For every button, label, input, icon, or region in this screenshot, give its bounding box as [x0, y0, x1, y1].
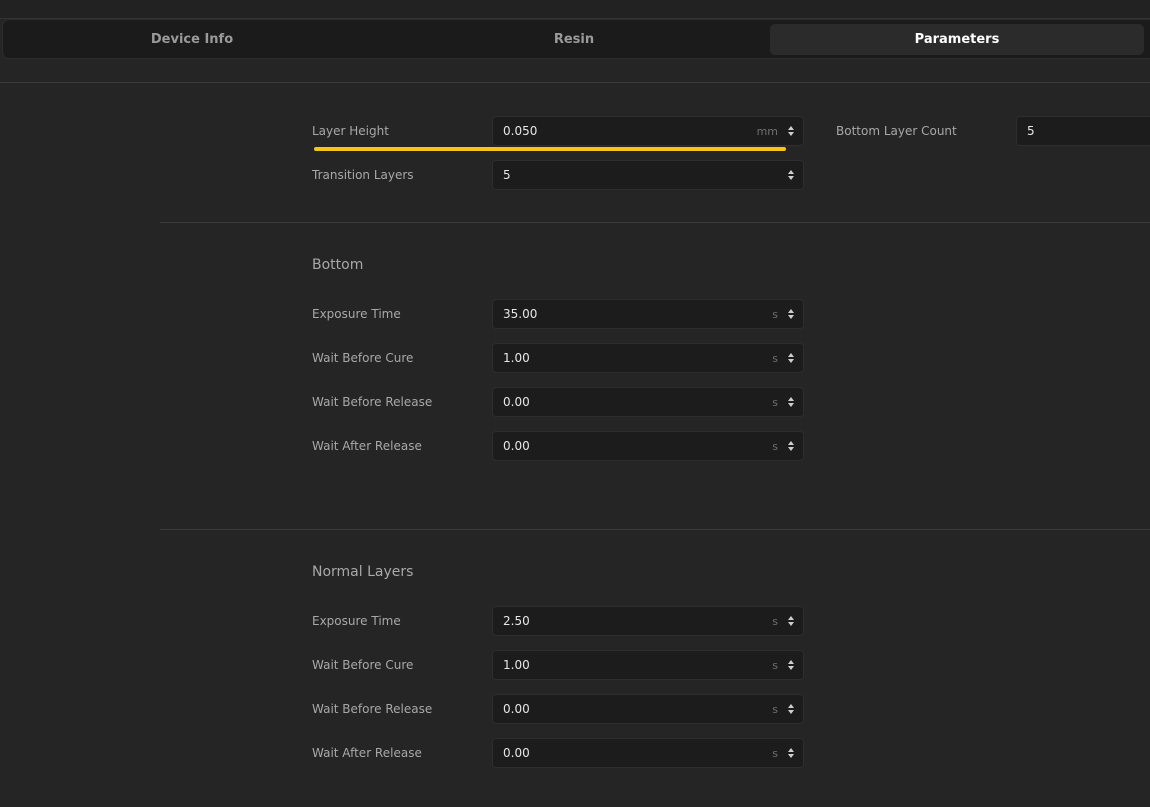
normal-exposure-time-label: Exposure Time — [312, 614, 401, 628]
bottom-wait-before-cure-field: s — [492, 343, 804, 373]
bottom-layer-count-input[interactable] — [1017, 117, 1150, 145]
sort-arrows-icon — [788, 441, 794, 451]
sort-arrows-icon — [788, 170, 794, 180]
layer-height-input[interactable] — [493, 117, 757, 145]
bottom-wait-before-cure-stepper[interactable] — [786, 351, 796, 365]
section-divider — [160, 222, 1150, 223]
bottom-wait-before-cure-input[interactable] — [493, 344, 773, 372]
normal-exposure-time-stepper[interactable] — [786, 614, 796, 628]
layer-height-stepper[interactable] — [786, 124, 796, 138]
normal-wait-after-release-field: s — [492, 738, 804, 768]
bottom-exposure-time-label: Exposure Time — [312, 307, 401, 321]
tab-device-info[interactable]: Device Info — [3, 24, 381, 55]
bottom-exposure-time-field: s — [492, 299, 804, 329]
bottom-layer-count-field — [1016, 116, 1150, 146]
normal-wait-after-release-label: Wait After Release — [312, 746, 422, 760]
transition-layers-field — [492, 160, 804, 190]
layer-height-progress-bar — [314, 147, 786, 151]
bottom-wait-after-release-label: Wait After Release — [312, 439, 422, 453]
normal-wait-after-release-stepper[interactable] — [786, 746, 796, 760]
layer-height-unit: mm — [756, 124, 778, 138]
tab-resin[interactable]: Resin — [384, 24, 764, 55]
normal-wait-before-cure-label: Wait Before Cure — [312, 658, 414, 672]
bottom-wait-before-release-stepper[interactable] — [786, 395, 796, 409]
normal-wait-after-release-input[interactable] — [493, 739, 773, 767]
bottom-wait-before-cure-label: Wait Before Cure — [312, 351, 414, 365]
unit-label: s — [772, 702, 778, 716]
bottom-wait-before-release-field: s — [492, 387, 804, 417]
layer-height-label: Layer Height — [312, 124, 389, 138]
unit-label: s — [772, 395, 778, 409]
window-top-strip — [0, 0, 1150, 19]
bottom-exposure-time-stepper[interactable] — [786, 307, 796, 321]
bottom-wait-after-release-input[interactable] — [493, 432, 773, 460]
normal-wait-before-cure-field: s — [492, 650, 804, 680]
unit-label: s — [772, 746, 778, 760]
sort-arrows-icon — [788, 397, 794, 407]
bottom-wait-after-release-stepper[interactable] — [786, 439, 796, 453]
normal-wait-before-release-field: s — [492, 694, 804, 724]
tab-bar: Device Info Resin Parameters — [2, 19, 1150, 59]
bottom-section-title: Bottom — [312, 257, 364, 273]
normal-wait-before-cure-stepper[interactable] — [786, 658, 796, 672]
sort-arrows-icon — [788, 126, 794, 136]
transition-layers-stepper[interactable] — [786, 168, 796, 182]
bottom-wait-before-release-input[interactable] — [493, 388, 773, 416]
normal-exposure-time-input[interactable] — [493, 607, 773, 635]
unit-label: s — [772, 439, 778, 453]
header-divider — [0, 82, 1150, 83]
sort-arrows-icon — [788, 353, 794, 363]
normal-wait-before-release-label: Wait Before Release — [312, 702, 433, 716]
sort-arrows-icon — [788, 748, 794, 758]
normal-wait-before-release-stepper[interactable] — [786, 702, 796, 716]
normal-exposure-time-field: s — [492, 606, 804, 636]
unit-label: s — [772, 658, 778, 672]
sort-arrows-icon — [788, 704, 794, 714]
unit-label: s — [772, 614, 778, 628]
sort-arrows-icon — [788, 616, 794, 626]
layer-height-field: mm — [492, 116, 804, 146]
normal-layers-section-title: Normal Layers — [312, 564, 414, 580]
bottom-exposure-time-input[interactable] — [493, 300, 773, 328]
unit-label: s — [772, 351, 778, 365]
unit-label: s — [772, 307, 778, 321]
parameters-page: Device Info Resin Parameters Layer Heigh… — [0, 0, 1150, 807]
tab-parameters[interactable]: Parameters — [770, 24, 1144, 55]
bottom-wait-before-release-label: Wait Before Release — [312, 395, 433, 409]
section-divider — [160, 529, 1150, 530]
bottom-layer-count-label: Bottom Layer Count — [836, 124, 957, 138]
sort-arrows-icon — [788, 660, 794, 670]
normal-wait-before-release-input[interactable] — [493, 695, 773, 723]
layer-height-progress-fill — [314, 147, 786, 151]
bottom-wait-after-release-field: s — [492, 431, 804, 461]
transition-layers-input[interactable] — [493, 161, 786, 189]
transition-layers-label: Transition Layers — [312, 168, 414, 182]
normal-wait-before-cure-input[interactable] — [493, 651, 773, 679]
sort-arrows-icon — [788, 309, 794, 319]
